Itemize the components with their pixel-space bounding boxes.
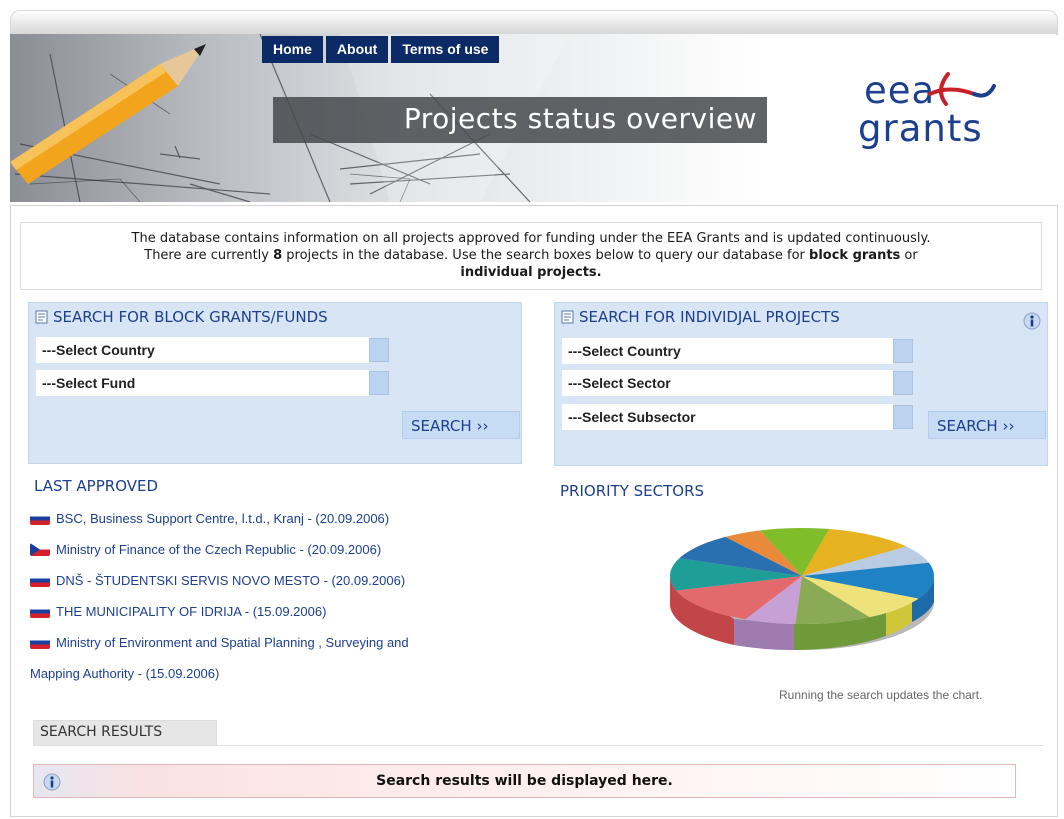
page: Home About Terms of use Projects status … xyxy=(0,0,1064,819)
slovenia-flag-icon xyxy=(30,574,50,587)
intro-text: projects in the database. Use the search… xyxy=(282,248,810,263)
eea-grants-logo[interactable]: eea grants xyxy=(856,68,1016,158)
approved-item[interactable]: BSC, Business Support Centre, l.t.d., Kr… xyxy=(30,511,389,526)
individual-sector-dropdown-button[interactable] xyxy=(893,371,913,395)
priority-sectors-pie-chart[interactable] xyxy=(664,522,940,652)
results-divider xyxy=(33,745,1043,746)
individual-sector-select[interactable]: ---Select Sector xyxy=(562,370,893,396)
approved-link[interactable]: BSC, Business Support Centre, l.t.d., Kr… xyxy=(56,511,389,526)
approved-item[interactable]: Ministry of Finance of the Czech Republi… xyxy=(30,542,381,557)
block-grants-title-text: SEARCH FOR BLOCK GRANTS/FUNDS xyxy=(53,308,328,326)
individual-projects-term: individual projects xyxy=(460,265,597,280)
document-icon xyxy=(35,310,48,324)
intro-line-2: There are currently 8 projects in the da… xyxy=(21,247,1041,264)
chart-note: Running the search updates the chart. xyxy=(779,688,983,702)
header-banner: Home About Terms of use Projects status … xyxy=(10,34,1056,202)
approved-link[interactable]: Mapping Authority - (15.09.2006) xyxy=(30,666,219,681)
nav-terms-link[interactable]: Terms of use xyxy=(391,36,500,63)
logo-swoosh-icon xyxy=(928,72,996,106)
last-approved-heading: LAST APPROVED xyxy=(34,477,159,495)
approved-link[interactable]: THE MUNICIPALITY OF IDRIJA - (15.09.2006… xyxy=(56,604,326,619)
top-bar xyxy=(10,10,1058,35)
project-count: 8 xyxy=(273,248,283,263)
block-grants-term: block grants xyxy=(809,248,901,263)
individual-subsector-select[interactable]: ---Select Subsector xyxy=(562,404,893,430)
individual-country-select[interactable]: ---Select Country xyxy=(562,338,893,364)
top-navigation: Home About Terms of use xyxy=(262,36,502,63)
block-fund-dropdown-button[interactable] xyxy=(369,371,389,395)
block-search-button[interactable]: SEARCH ›› xyxy=(402,411,520,439)
title-banner: Projects status overview xyxy=(273,97,767,143)
search-results-message-box: Search results will be displayed here. xyxy=(33,764,1016,798)
search-results-message: Search results will be displayed here. xyxy=(376,773,673,789)
approved-link[interactable]: Ministry of Finance of the Czech Republi… xyxy=(56,542,381,557)
intro-line-1: The database contains information on all… xyxy=(131,231,931,246)
individual-projects-panel-title: SEARCH FOR INDIVIDJAL PROJECTS xyxy=(561,308,840,326)
approved-item[interactable]: Ministry of Environment and Spatial Plan… xyxy=(30,635,409,650)
intro-text: or xyxy=(900,248,918,263)
approved-item[interactable]: THE MUNICIPALITY OF IDRIJA - (15.09.2006… xyxy=(30,604,326,619)
slovenia-flag-icon xyxy=(30,636,50,649)
intro-period: . xyxy=(596,265,602,280)
block-fund-select[interactable]: ---Select Fund xyxy=(36,370,369,396)
nav-home-link[interactable]: Home xyxy=(262,36,323,63)
block-country-dropdown-button[interactable] xyxy=(369,338,389,362)
approved-item[interactable]: DNŠ - ŠTUDENTSKI SERVIS NOVO MESTO - (20… xyxy=(30,573,405,588)
intro-text-box: The database contains information on all… xyxy=(20,222,1042,290)
approved-link[interactable]: Ministry of Environment and Spatial Plan… xyxy=(56,635,409,650)
approved-link[interactable]: DNŠ - ŠTUDENTSKI SERVIS NOVO MESTO - (20… xyxy=(56,573,405,588)
czech-flag-icon xyxy=(30,543,50,556)
block-grants-panel-title: SEARCH FOR BLOCK GRANTS/FUNDS xyxy=(35,308,328,326)
approved-item-continued[interactable]: Mapping Authority - (15.09.2006) xyxy=(30,666,219,681)
block-country-select[interactable]: ---Select Country xyxy=(36,337,369,363)
search-results-tab: SEARCH RESULTS xyxy=(33,720,217,746)
info-icon[interactable] xyxy=(1022,311,1042,331)
intro-line-3: individual projects. xyxy=(21,264,1041,281)
document-icon xyxy=(561,310,574,324)
individual-projects-title-text: SEARCH FOR INDIVIDJAL PROJECTS xyxy=(579,308,840,326)
individual-country-dropdown-button[interactable] xyxy=(893,339,913,363)
individual-search-button[interactable]: SEARCH ›› xyxy=(928,411,1046,439)
individual-subsector-dropdown-button[interactable] xyxy=(893,405,913,429)
page-title: Projects status overview xyxy=(403,102,757,135)
slovenia-flag-icon xyxy=(30,605,50,618)
slovenia-flag-icon xyxy=(30,512,50,525)
intro-text: There are currently xyxy=(144,248,274,263)
priority-sectors-heading: PRIORITY SECTORS xyxy=(560,482,705,500)
nav-about-link[interactable]: About xyxy=(325,36,389,63)
